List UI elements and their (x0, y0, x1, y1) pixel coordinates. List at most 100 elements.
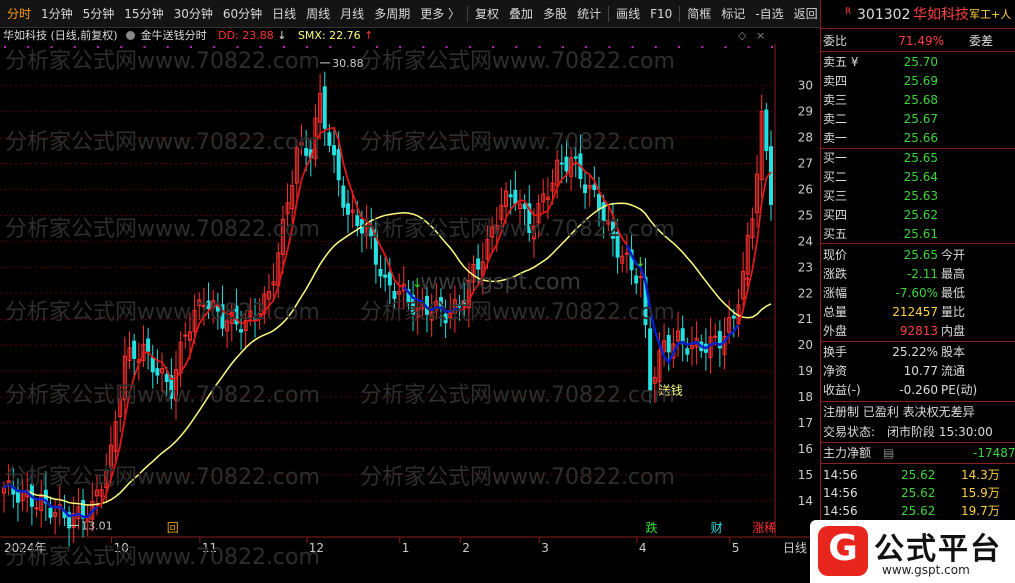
top-mark (771, 46, 773, 48)
candle-body (132, 340, 137, 359)
stat-row: 总量 212457 量比 (821, 303, 1015, 321)
toolbar-item-8[interactable]: 月线 (335, 0, 369, 28)
top-mark (422, 46, 425, 48)
ask-label: 卖二 (823, 112, 848, 126)
toolbar-item-19[interactable]: -自选 (750, 0, 788, 28)
tick-row: 14:56 25.62 15.9万 (821, 484, 1015, 502)
toolbar-item-5[interactable]: 60分钟 (218, 0, 267, 28)
stat2-label: 收益(-) (823, 383, 861, 397)
watermark: 分析家公式网www.70822.com (5, 217, 320, 242)
top-mark (213, 46, 216, 48)
toolbar-item-13[interactable]: 多股 (538, 0, 572, 28)
toolbar-item-18[interactable]: 标记 (716, 0, 750, 28)
tick-row: 14:56 25.62 14.3万 (821, 466, 1015, 484)
toolbar-item-15[interactable]: 画线 (611, 0, 645, 28)
toolbar-item-17[interactable]: 简框 (682, 0, 716, 28)
watermark: 分析家公式网www.70822.com (5, 383, 320, 408)
y-tick-label: 29 (798, 105, 813, 119)
top-mark (329, 46, 332, 48)
candle-body (624, 252, 629, 255)
toolbar-item-16[interactable]: F10 (645, 0, 677, 28)
top-mark (468, 46, 471, 48)
diamond-icon[interactable]: ◇ (738, 28, 746, 44)
stat-label: 外盘 (823, 324, 848, 338)
y-tick-label: 22 (798, 286, 813, 300)
y-tick-label: 14 (798, 494, 813, 508)
bid-label: 买一 (823, 151, 848, 165)
top-mark (259, 46, 262, 48)
toolbar-item-0[interactable]: 分时 (2, 0, 36, 28)
toolbar-item-3[interactable]: 15分钟 (119, 0, 168, 28)
candle-body (164, 374, 169, 383)
x-tick-label: 3 (541, 541, 549, 555)
bid-label: 买三 (823, 189, 848, 203)
mode-label[interactable]: (日线,前复权) (51, 29, 118, 42)
ask-price: 25.70 (903, 55, 938, 69)
top-mark (282, 46, 285, 48)
ask-price: 25.67 (903, 112, 938, 126)
info-row-1: 注册制 已盈利 表决权无差异 (821, 403, 1015, 421)
top-mark (678, 46, 681, 48)
candle-body (666, 334, 671, 353)
gear-icon[interactable] (126, 31, 136, 40)
toolbar-item-4[interactable]: 30分钟 (169, 0, 218, 28)
stock-name: 华如科技 (913, 7, 969, 23)
candle-body (355, 215, 360, 226)
watermark: 分析家公式网www.70822.com (5, 545, 320, 570)
top-mark (399, 46, 402, 48)
candle-body (680, 328, 685, 344)
top-mark (747, 46, 750, 48)
watermark: 分析家公式网www.70822.com (360, 130, 675, 155)
list-icon[interactable]: ▤ (883, 444, 894, 462)
bid-label: 买四 (823, 208, 848, 222)
tick-price: 25.62 (901, 504, 936, 518)
stat-row: 外盘 92813 内盘 (821, 322, 1015, 340)
event-marker[interactable]: 回 (167, 521, 179, 535)
stat2-row: 净资 10.77 流通 (821, 362, 1015, 380)
toolbar-item-11[interactable]: 复权 (470, 0, 504, 28)
stat-value: 25.65 (903, 248, 938, 262)
event-marker[interactable]: 跌 (645, 520, 657, 535)
ask-row: 卖五 ¥ 25.70 (821, 53, 1015, 71)
candle-body (592, 184, 597, 190)
toolbar-item-2[interactable]: 5分钟 (78, 0, 120, 28)
bid-row: 买四 25.62 (821, 206, 1015, 224)
candle-body (345, 203, 350, 215)
stock-code: 301302 (857, 7, 911, 23)
dd-arrow: ↓ (277, 29, 287, 42)
x-tick-label: 4 (639, 541, 647, 555)
top-mark (375, 46, 378, 48)
candle-body (336, 149, 341, 181)
bid-price: 25.63 (903, 189, 938, 203)
event-marker[interactable]: 财 (711, 521, 723, 535)
toolbar-item-9[interactable]: 多周期 (369, 0, 415, 28)
top-mark (445, 46, 448, 48)
toolbar-item-7[interactable]: 周线 (301, 0, 335, 28)
stat-label-2: 内盘 (941, 324, 966, 338)
stat-row: 涨跌 -2.11 最高 (821, 265, 1015, 283)
toolbar-item-14[interactable]: 统计 (572, 0, 606, 28)
close-icon[interactable]: × (756, 28, 765, 44)
stat-value: 212457 (892, 305, 938, 319)
kline-chart[interactable]: 14151617181920212223242526272829302024年 1… (0, 44, 820, 583)
watermark: 分析家公式网www.70822.com (5, 130, 320, 155)
toolbar-item-6[interactable]: 日线 (267, 0, 301, 28)
toolbar-item-20[interactable]: 返回 (789, 0, 823, 28)
y-tick-label: 25 (798, 208, 813, 222)
bid-row: 买一 25.65 (821, 149, 1015, 167)
bid-price: 25.65 (903, 151, 938, 165)
y-tick-label: 27 (798, 157, 813, 171)
toolbar-item-12[interactable]: 叠加 (504, 0, 538, 28)
concept-tag[interactable]: 军工+人 (969, 6, 1011, 24)
toolbar-item-1[interactable]: 1分钟 (36, 0, 78, 28)
gspt-logo: G 公式平台 www.gspt.com (810, 520, 1015, 583)
stat2-value: 10.77 (903, 364, 938, 378)
toolbar-item-10[interactable]: 更多 〉 (415, 0, 465, 28)
candle-body (332, 145, 337, 156)
candle-body (583, 184, 588, 194)
event-marker[interactable]: 涨稀 (752, 520, 776, 535)
y-tick-label: 28 (798, 131, 813, 145)
formula-label[interactable]: 金牛送钱分时 (141, 29, 207, 42)
candle-body (713, 335, 718, 338)
ask-label: 卖一 (823, 131, 848, 145)
